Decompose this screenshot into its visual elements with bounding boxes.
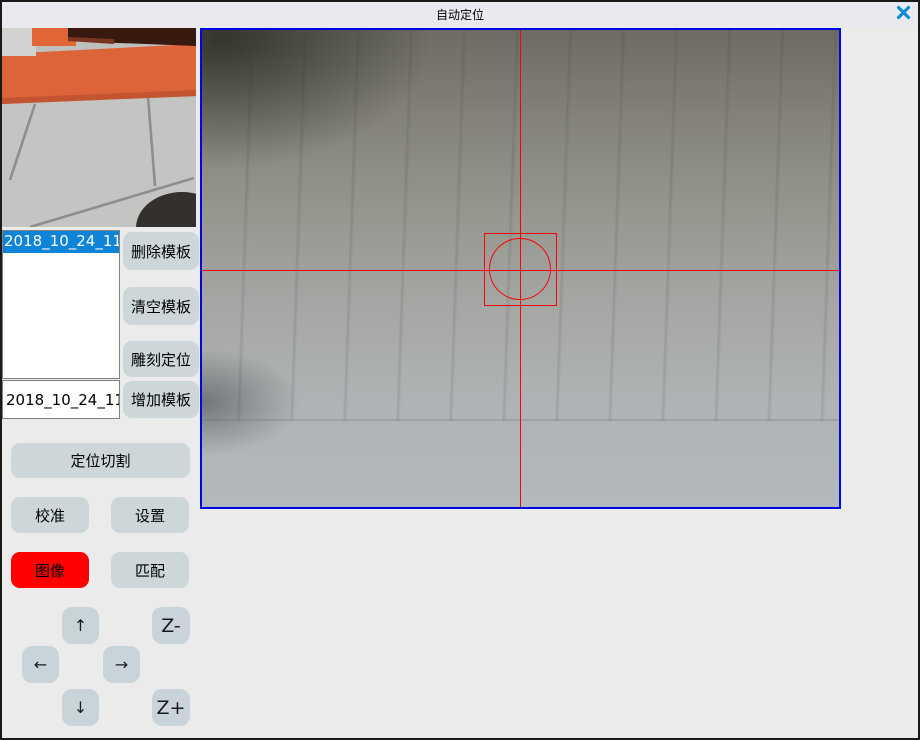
jog-z-plus-button[interactable]: Z+ bbox=[152, 689, 190, 726]
template-preview-image bbox=[2, 28, 196, 227]
jog-left-button[interactable]: ← bbox=[22, 646, 59, 683]
title-bar: 自动定位 bbox=[2, 2, 918, 26]
dialog-title: 自动定位 bbox=[436, 6, 484, 23]
camera-view[interactable] bbox=[200, 28, 841, 509]
engrave-position-button[interactable]: 雕刻定位 bbox=[123, 341, 199, 377]
match-button[interactable]: 匹配 bbox=[111, 552, 189, 588]
add-template-button[interactable]: 增加模板 bbox=[123, 381, 199, 418]
position-cut-button[interactable]: 定位切割 bbox=[11, 443, 190, 478]
clear-template-button[interactable]: 清空模板 bbox=[123, 287, 199, 325]
template-name-input[interactable] bbox=[2, 380, 120, 419]
jog-z-minus-button[interactable]: Z- bbox=[152, 607, 190, 644]
delete-template-button[interactable]: 删除模板 bbox=[123, 232, 199, 270]
jog-down-button[interactable]: ↓ bbox=[62, 689, 99, 726]
close-icon bbox=[896, 5, 911, 24]
auto-position-dialog: 自动定位 2018 bbox=[0, 0, 920, 740]
template-list-item[interactable]: 2018_10_24_11 bbox=[3, 231, 119, 253]
image-button[interactable]: 图像 bbox=[11, 552, 89, 588]
close-button[interactable] bbox=[895, 6, 912, 23]
jog-up-button[interactable]: ↑ bbox=[62, 607, 99, 644]
template-list[interactable]: 2018_10_24_11 bbox=[2, 230, 120, 379]
thumbnail-graphic bbox=[2, 28, 196, 227]
jog-right-button[interactable]: → bbox=[103, 646, 140, 683]
calibrate-button[interactable]: 校准 bbox=[11, 497, 89, 533]
target-circle bbox=[489, 238, 551, 300]
settings-button[interactable]: 设置 bbox=[111, 497, 189, 533]
